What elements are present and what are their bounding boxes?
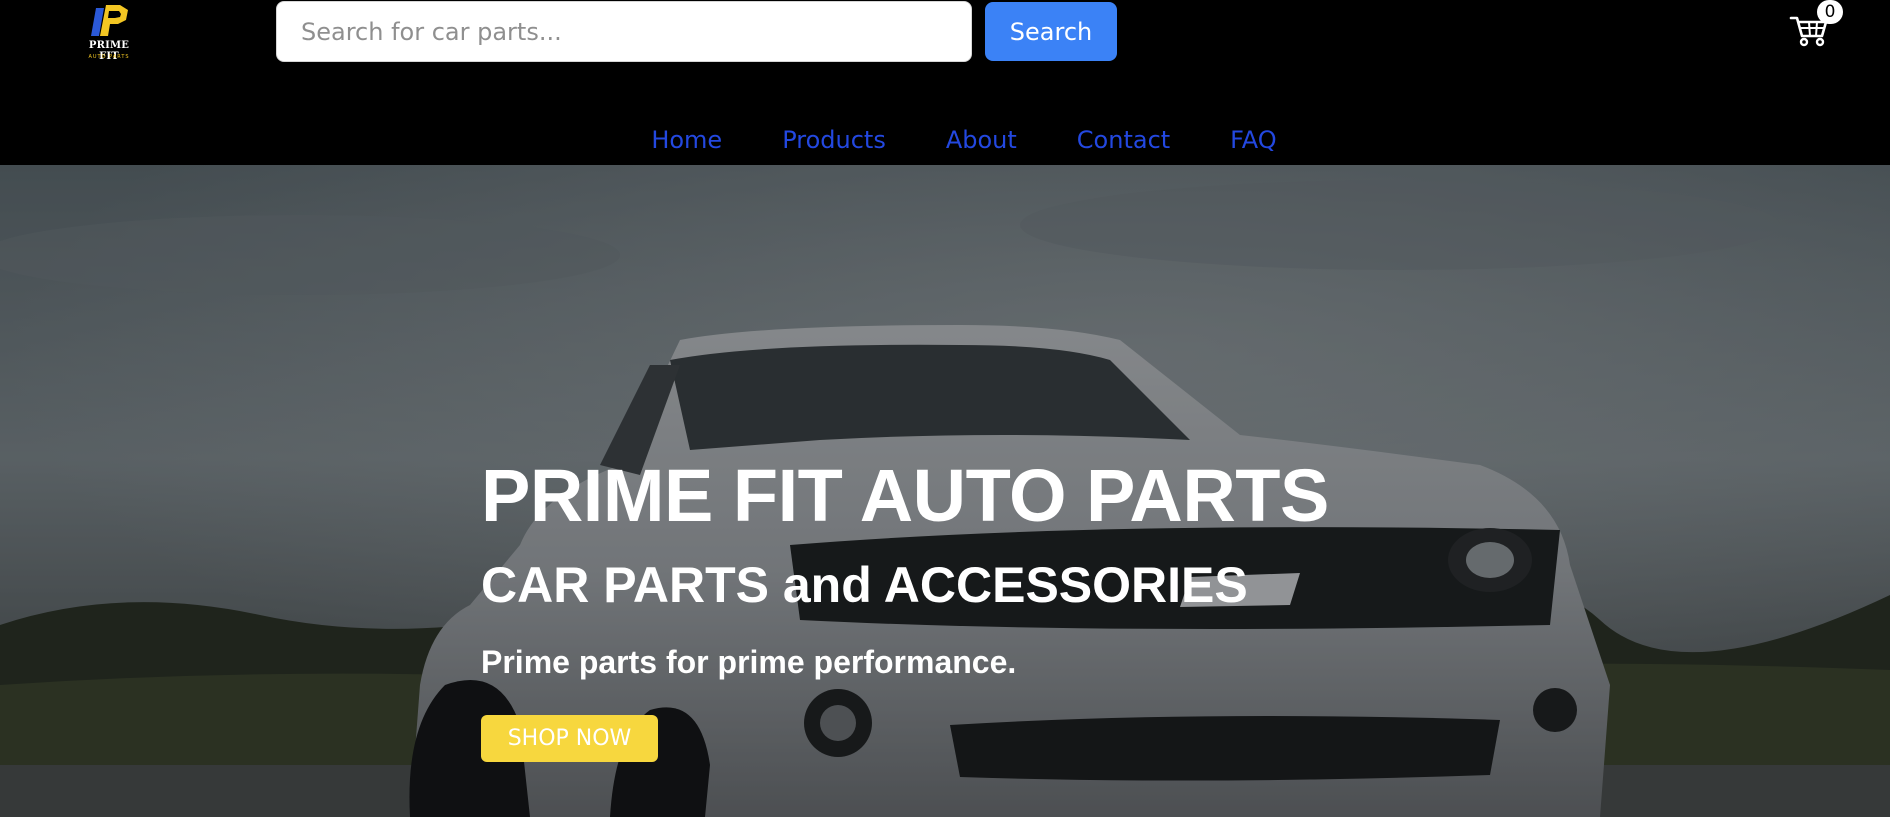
nav-products[interactable]: Products (782, 118, 886, 162)
cart-count-badge: 0 (1817, 0, 1843, 24)
site-logo[interactable]: PRIME FIT AUTO PARTS (78, 2, 140, 62)
logo-mark-icon (91, 5, 128, 36)
nav-home[interactable]: Home (651, 118, 722, 162)
site-header: PRIME FIT AUTO PARTS Search 0 Home Produ… (0, 0, 1890, 165)
hero-banner: PRIME FIT AUTO PARTS CAR PARTS and ACCES… (0, 165, 1890, 817)
hero-tagline: Prime parts for prime performance. (481, 644, 1017, 680)
nav-about[interactable]: About (946, 118, 1017, 162)
nav-contact[interactable]: Contact (1077, 118, 1170, 162)
shop-now-button[interactable]: SHOP NOW (481, 715, 658, 762)
nav-faq[interactable]: FAQ (1230, 118, 1277, 162)
hero-subtitle: CAR PARTS and ACCESSORIES (481, 557, 1248, 613)
hero-title: PRIME FIT AUTO PARTS (481, 454, 1329, 537)
search-button[interactable]: Search (985, 2, 1117, 61)
main-nav: Home Products About Contact FAQ (0, 118, 1890, 162)
logo-tagline: AUTO PARTS (88, 54, 130, 60)
search-input[interactable] (276, 1, 972, 62)
